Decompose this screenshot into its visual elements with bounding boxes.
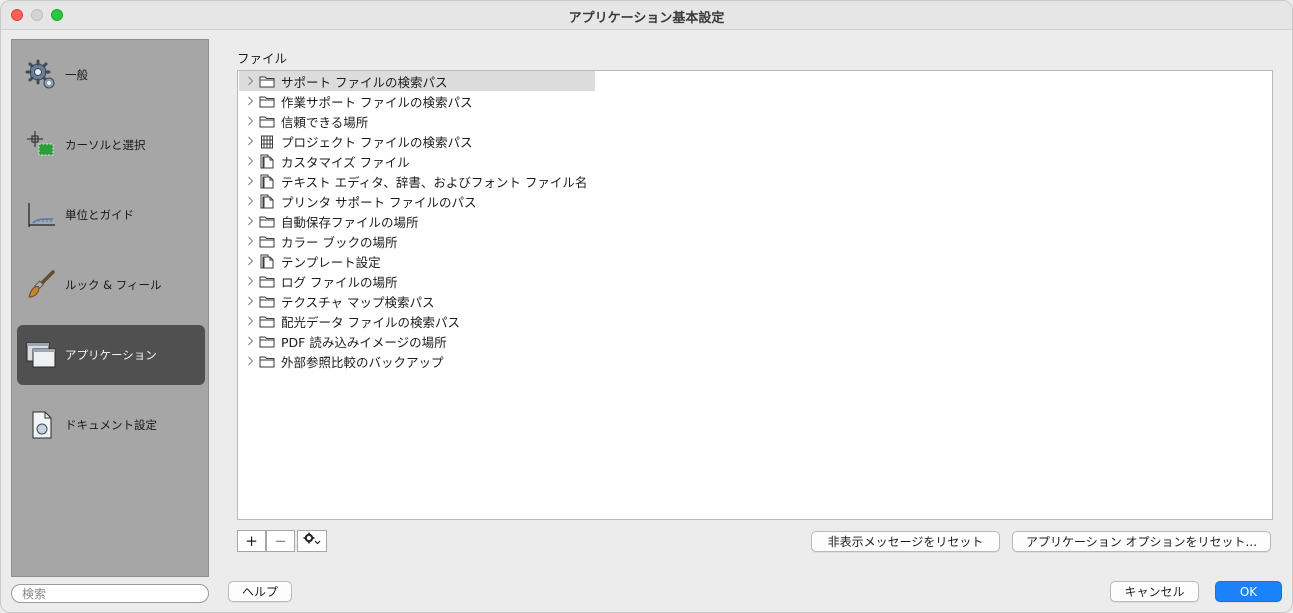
tree-row[interactable]: PDF 読み込みイメージの場所 bbox=[239, 331, 447, 351]
chevron-right-icon[interactable] bbox=[241, 316, 259, 326]
tree-row[interactable]: 外部参照比較のバックアップ bbox=[239, 351, 444, 371]
tree-row-label: テンプレート設定 bbox=[281, 254, 381, 270]
chevron-right-icon[interactable] bbox=[241, 216, 259, 226]
sidebar-item-cursor-selection[interactable]: カーソルと選択 bbox=[17, 115, 205, 175]
tree-row-label: プリンタ サポート ファイルのパス bbox=[281, 194, 477, 210]
file-stack-icon bbox=[259, 254, 275, 268]
tree-row-label: 自動保存ファイルの場所 bbox=[281, 214, 419, 230]
sidebar-item-label: カーソルと選択 bbox=[65, 138, 146, 152]
tree-row-label: カスタマイズ ファイル bbox=[281, 154, 410, 170]
sidebar-item-application[interactable]: アプリケーション bbox=[17, 325, 205, 385]
tree-row-label: 外部参照比較のバックアップ bbox=[281, 354, 444, 370]
tree-row[interactable]: プリンタ サポート ファイルのパス bbox=[239, 191, 476, 211]
tree-row[interactable]: サポート ファイルの検索パス bbox=[239, 71, 595, 91]
file-stack-icon bbox=[259, 174, 275, 188]
sidebar-item-general[interactable]: 一般 bbox=[17, 45, 205, 105]
tree-row-label: ログ ファイルの場所 bbox=[281, 274, 398, 290]
reset-app-options-button[interactable]: アプリケーション オプションをリセット... bbox=[1012, 531, 1271, 552]
remove-button[interactable]: − bbox=[266, 530, 295, 552]
tree-row[interactable]: 配光データ ファイルの検索パス bbox=[239, 311, 460, 331]
sidebar: 一般 カーソルと選択 単位とガイド ルック & フィール アプリケーション ドキ… bbox=[11, 39, 209, 577]
project-file-icon bbox=[259, 134, 275, 148]
chevron-right-icon[interactable] bbox=[241, 336, 259, 346]
chevron-right-icon[interactable] bbox=[241, 236, 259, 246]
folder-icon bbox=[259, 354, 275, 368]
tree-row[interactable]: 信頼できる場所 bbox=[239, 111, 368, 131]
folder-icon bbox=[259, 214, 275, 228]
file-stack-icon bbox=[259, 194, 275, 208]
actions-menu-button[interactable] bbox=[297, 530, 327, 552]
folder-icon bbox=[259, 94, 275, 108]
tree-row-label: 信頼できる場所 bbox=[281, 114, 369, 130]
sidebar-item-label: 単位とガイド bbox=[65, 208, 134, 222]
tree-row[interactable]: プロジェクト ファイルの検索パス bbox=[239, 131, 472, 151]
reset-hidden-messages-button[interactable]: 非表示メッセージをリセット bbox=[811, 531, 1000, 552]
gear-icon bbox=[23, 57, 59, 93]
tree-row[interactable]: カスタマイズ ファイル bbox=[239, 151, 410, 171]
ruler-guide-icon bbox=[23, 197, 59, 233]
paintbrush-icon bbox=[23, 267, 59, 303]
tree-row-label: プロジェクト ファイルの検索パス bbox=[281, 134, 473, 150]
chevron-right-icon[interactable] bbox=[241, 116, 259, 126]
help-button[interactable]: ヘルプ bbox=[228, 581, 292, 602]
title-bar: アプリケーション基本設定 bbox=[1, 1, 1292, 30]
tree-row-label: PDF 読み込みイメージの場所 bbox=[281, 334, 447, 350]
section-title: ファイル bbox=[237, 51, 288, 66]
window-title: アプリケーション基本設定 bbox=[568, 11, 725, 26]
sidebar-item-look-feel[interactable]: ルック & フィール bbox=[17, 255, 205, 315]
folder-icon bbox=[259, 114, 275, 128]
tree-row[interactable]: テクスチャ マップ検索パス bbox=[239, 291, 434, 311]
tree-row[interactable]: ログ ファイルの場所 bbox=[239, 271, 397, 291]
chevron-right-icon[interactable] bbox=[241, 76, 259, 86]
sidebar-item-label: ルック & フィール bbox=[65, 278, 162, 292]
tree-row[interactable]: テキスト エディタ、辞書、およびフォント ファイル名 bbox=[239, 171, 587, 191]
folder-icon bbox=[259, 294, 275, 308]
sidebar-item-label: 一般 bbox=[65, 68, 88, 82]
tree-row-label: テクスチャ マップ検索パス bbox=[281, 294, 435, 310]
sidebar-item-units-guides[interactable]: 単位とガイド bbox=[17, 185, 205, 245]
preferences-window: アプリケーション基本設定 一般 カーソルと選択 単位とガイド ルック & フィー… bbox=[0, 0, 1293, 613]
tree-row[interactable]: カラー ブックの場所 bbox=[239, 231, 397, 251]
document-icon bbox=[23, 407, 59, 443]
chevron-right-icon[interactable] bbox=[241, 276, 259, 286]
folder-icon bbox=[259, 234, 275, 248]
folder-icon bbox=[259, 314, 275, 328]
file-stack-icon bbox=[259, 154, 275, 168]
tree-row-label: サポート ファイルの検索パス bbox=[281, 74, 448, 90]
tree-row[interactable]: 自動保存ファイルの場所 bbox=[239, 211, 419, 231]
tree-row-label: 作業サポート ファイルの検索パス bbox=[281, 94, 473, 110]
sidebar-item-document-settings[interactable]: ドキュメント設定 bbox=[17, 395, 205, 455]
folder-icon bbox=[259, 334, 275, 348]
gear-icon bbox=[303, 532, 321, 550]
chevron-right-icon[interactable] bbox=[241, 96, 259, 106]
chevron-right-icon[interactable] bbox=[241, 296, 259, 306]
file-tree: サポート ファイルの検索パス作業サポート ファイルの検索パス 信頼できる場所プロジ… bbox=[237, 70, 1273, 520]
tree-row-label: テキスト エディタ、辞書、およびフォント ファイル名 bbox=[281, 174, 588, 190]
tree-row-label: カラー ブックの場所 bbox=[281, 234, 398, 250]
sidebar-item-label: アプリケーション bbox=[65, 348, 157, 362]
folder-icon bbox=[259, 274, 275, 288]
ok-button[interactable]: OK bbox=[1215, 581, 1282, 602]
tree-row-label: 配光データ ファイルの検索パス bbox=[281, 314, 460, 330]
chevron-right-icon[interactable] bbox=[241, 196, 259, 206]
tree-row[interactable]: テンプレート設定 bbox=[239, 251, 381, 271]
folder-icon bbox=[259, 74, 275, 88]
chevron-right-icon[interactable] bbox=[241, 136, 259, 146]
add-button[interactable]: + bbox=[237, 530, 266, 552]
chevron-right-icon[interactable] bbox=[241, 356, 259, 366]
chevron-right-icon[interactable] bbox=[241, 256, 259, 266]
sidebar-item-label: ドキュメント設定 bbox=[65, 418, 157, 432]
cursor-select-icon bbox=[23, 127, 59, 163]
chevron-right-icon[interactable] bbox=[241, 176, 259, 186]
tree-row[interactable]: 作業サポート ファイルの検索パス bbox=[239, 91, 472, 111]
search-input[interactable] bbox=[11, 584, 209, 603]
chevron-right-icon[interactable] bbox=[241, 156, 259, 166]
windows-icon bbox=[23, 337, 59, 373]
cancel-button[interactable]: キャンセル bbox=[1110, 581, 1199, 602]
